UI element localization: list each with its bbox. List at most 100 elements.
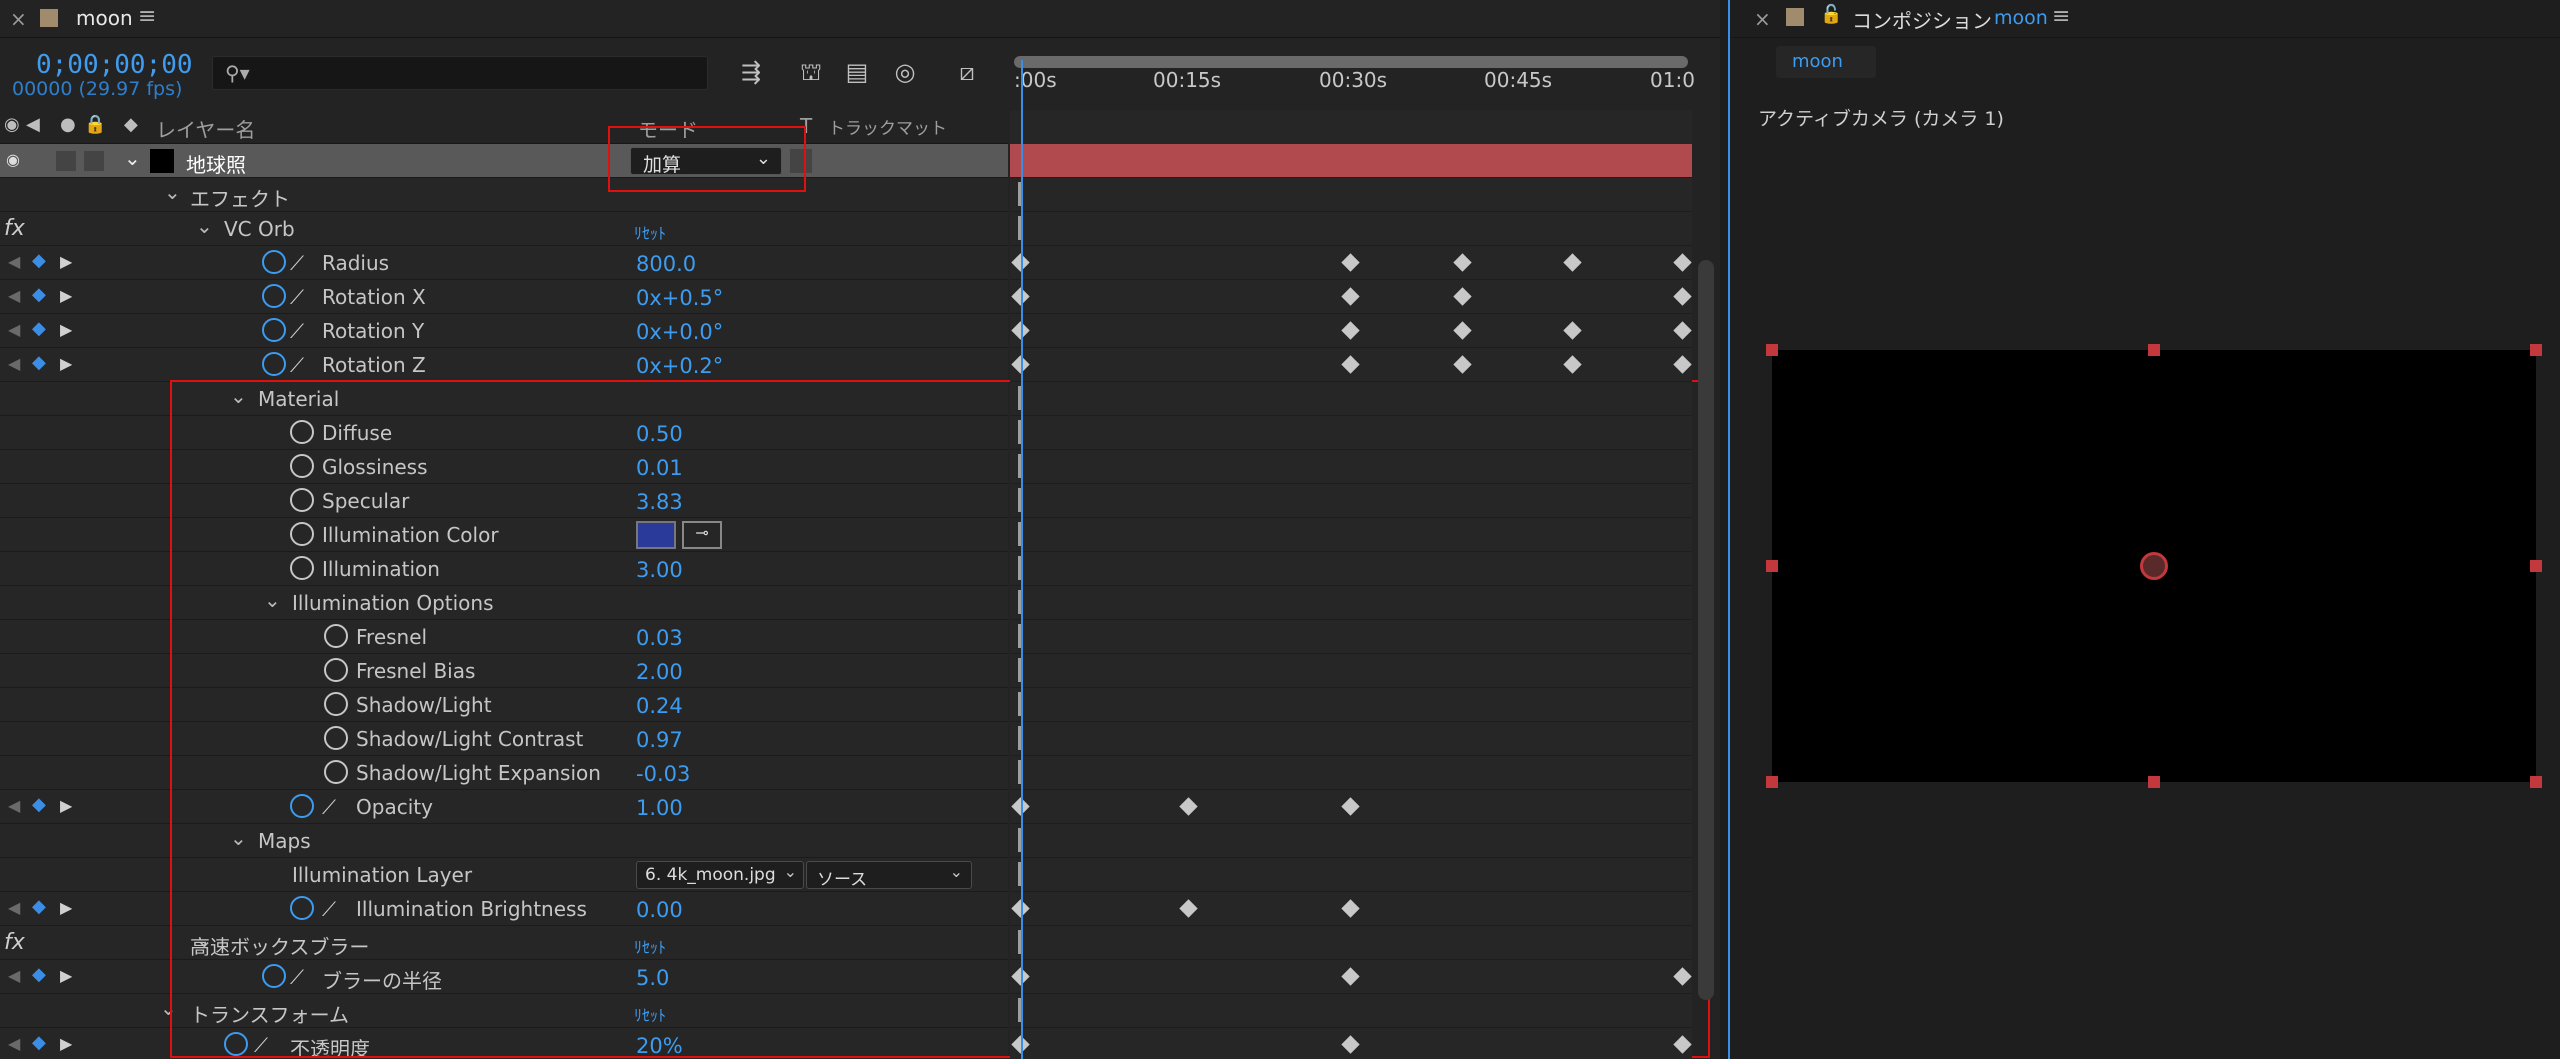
anchor-point-icon[interactable] xyxy=(2134,546,2174,586)
keyframe-marker[interactable] xyxy=(1673,967,1692,986)
graph-icon[interactable]: ⟋ xyxy=(290,285,304,309)
next-keyframe-icon[interactable]: ▶ xyxy=(60,354,72,373)
keyframe-marker[interactable] xyxy=(1453,355,1472,374)
motion-blur-icon[interactable]: ◎ xyxy=(888,58,922,88)
transform-handle[interactable] xyxy=(2148,776,2160,788)
property-track[interactable] xyxy=(1010,552,1692,586)
property-track[interactable] xyxy=(1010,314,1692,348)
property-row[interactable]: ◀ ◆ ▶ ⟋ Radius 800.0 xyxy=(0,246,1008,280)
keyframe-marker[interactable] xyxy=(1341,967,1360,986)
keyframe-marker[interactable] xyxy=(1673,321,1692,340)
transform-handle[interactable] xyxy=(1766,344,1778,356)
prev-keyframe-icon[interactable]: ◀ xyxy=(8,286,20,305)
time-ruler[interactable]: :00s 00:15s 00:30s 00:45s 01:0 xyxy=(1010,50,1695,110)
prev-keyframe-icon[interactable]: ◀ xyxy=(8,354,20,373)
keyframe-marker[interactable] xyxy=(1341,355,1360,374)
keyframe-marker[interactable] xyxy=(1673,253,1692,272)
keyframe-marker[interactable] xyxy=(1179,797,1198,816)
layer-name-header[interactable]: レイヤー名 xyxy=(156,114,255,143)
keyframe-marker[interactable] xyxy=(1341,1035,1360,1054)
eye-icon[interactable]: ◉ xyxy=(4,114,20,135)
keyframe-marker[interactable] xyxy=(1453,321,1472,340)
transform-handle[interactable] xyxy=(1766,560,1778,572)
property-track[interactable] xyxy=(1010,960,1692,994)
layer-name[interactable]: 地球照 xyxy=(186,149,246,178)
keyframe-marker[interactable] xyxy=(1453,287,1472,306)
prev-keyframe-icon[interactable]: ◀ xyxy=(8,966,20,985)
graph-editor-icon[interactable]: ⧄ xyxy=(950,58,984,88)
property-track[interactable] xyxy=(1010,518,1692,552)
next-keyframe-icon[interactable]: ▶ xyxy=(60,252,72,271)
layer-row[interactable]: ◉ ⌄ 地球照 加算 ⌄ xyxy=(0,144,1008,178)
keyframe-marker[interactable] xyxy=(1673,355,1692,374)
stopwatch-icon[interactable] xyxy=(262,318,286,342)
stopwatch-icon[interactable] xyxy=(262,284,286,308)
close-icon[interactable]: × xyxy=(10,7,27,31)
playhead[interactable] xyxy=(1021,60,1023,1059)
layer-duration-bar[interactable] xyxy=(1010,144,1692,178)
keyframe-marker[interactable] xyxy=(1341,287,1360,306)
keyframe-toggle-icon[interactable]: ◆ xyxy=(32,352,46,373)
solo-icon[interactable]: ● xyxy=(60,114,76,135)
graph-icon[interactable]: ⟋ xyxy=(290,319,304,343)
composition-tab[interactable]: × 🔓 コンポジション moon ≡ xyxy=(1730,0,2560,38)
property-track[interactable] xyxy=(1010,280,1692,314)
chevron-down-icon[interactable]: ⌄ xyxy=(196,214,213,238)
property-track[interactable] xyxy=(1010,620,1692,654)
property-value[interactable]: 0x+0.2° xyxy=(636,354,723,378)
keyframe-toggle-icon[interactable]: ◆ xyxy=(32,896,46,917)
next-keyframe-icon[interactable]: ▶ xyxy=(60,898,72,917)
vertical-scrollbar[interactable] xyxy=(1698,260,1714,1000)
keyframe-marker[interactable] xyxy=(1341,899,1360,918)
property-track[interactable] xyxy=(1010,756,1692,790)
property-track[interactable] xyxy=(1010,484,1692,518)
transform-handle[interactable] xyxy=(2530,560,2542,572)
close-icon[interactable]: × xyxy=(1754,7,1771,31)
frame-blending-icon[interactable]: ▤ xyxy=(840,58,874,88)
property-row[interactable]: ◀ ◆ ▶ ⟋ Rotation Z 0x+0.2° xyxy=(0,348,1008,382)
keyframe-marker[interactable] xyxy=(1179,899,1198,918)
property-track[interactable] xyxy=(1010,178,1692,212)
composition-viewer[interactable] xyxy=(1766,344,2542,788)
keyframe-marker[interactable] xyxy=(1341,797,1360,816)
lock-icon[interactable]: 🔓 xyxy=(1820,4,1842,25)
property-track[interactable] xyxy=(1010,212,1692,246)
property-row[interactable]: ◀ ◆ ▶ ⟋ Rotation Y 0x+0.0° xyxy=(0,314,1008,348)
current-timecode[interactable]: 0;00;00;00 xyxy=(36,50,193,80)
keyframe-toggle-icon[interactable]: ◆ xyxy=(32,1032,46,1053)
comp-mini-flowchart-icon[interactable]: ⇶ xyxy=(734,58,768,88)
property-value[interactable]: 0x+0.5° xyxy=(636,286,723,310)
graph-icon[interactable]: ⟋ xyxy=(290,251,304,275)
property-track[interactable] xyxy=(1010,1028,1692,1059)
property-value[interactable]: 800.0 xyxy=(636,252,696,276)
reset-link[interactable]: ﾘｾｯﾄ xyxy=(634,220,666,244)
audio-icon[interactable]: ◀ xyxy=(26,114,40,135)
property-track[interactable] xyxy=(1010,926,1692,960)
keyframe-toggle-icon[interactable]: ◆ xyxy=(32,284,46,305)
keyframe-toggle-icon[interactable]: ◆ xyxy=(32,250,46,271)
keyframe-marker[interactable] xyxy=(1563,355,1582,374)
chevron-down-icon[interactable]: ⌄ xyxy=(124,146,141,170)
property-track[interactable] xyxy=(1010,994,1692,1028)
stopwatch-icon[interactable] xyxy=(262,250,286,274)
prev-keyframe-icon[interactable]: ◀ xyxy=(8,320,20,339)
panel-menu-icon[interactable]: ≡ xyxy=(2052,4,2070,29)
panel-menu-icon[interactable]: ≡ xyxy=(138,4,156,29)
stopwatch-icon[interactable] xyxy=(262,352,286,376)
keyframe-toggle-icon[interactable]: ◆ xyxy=(32,964,46,985)
label-icon[interactable]: ◆ xyxy=(124,114,138,135)
next-keyframe-icon[interactable]: ▶ xyxy=(60,286,72,305)
eye-icon[interactable]: ◉ xyxy=(6,150,20,169)
keyframe-toggle-icon[interactable]: ◆ xyxy=(32,318,46,339)
keyframe-toggle-icon[interactable]: ◆ xyxy=(32,794,46,815)
keyframe-marker[interactable] xyxy=(1673,1035,1692,1054)
property-track[interactable] xyxy=(1010,586,1692,620)
next-keyframe-icon[interactable]: ▶ xyxy=(60,1034,72,1053)
property-row[interactable]: ◀ ◆ ▶ ⟋ Rotation X 0x+0.5° xyxy=(0,280,1008,314)
property-track[interactable] xyxy=(1010,654,1692,688)
keyframe-marker[interactable] xyxy=(1563,253,1582,272)
fx-icon[interactable]: fx xyxy=(4,216,25,241)
next-keyframe-icon[interactable]: ▶ xyxy=(60,966,72,985)
property-row[interactable]: ⌄ エフェクト xyxy=(0,178,1008,212)
solo-toggle[interactable] xyxy=(56,151,76,171)
